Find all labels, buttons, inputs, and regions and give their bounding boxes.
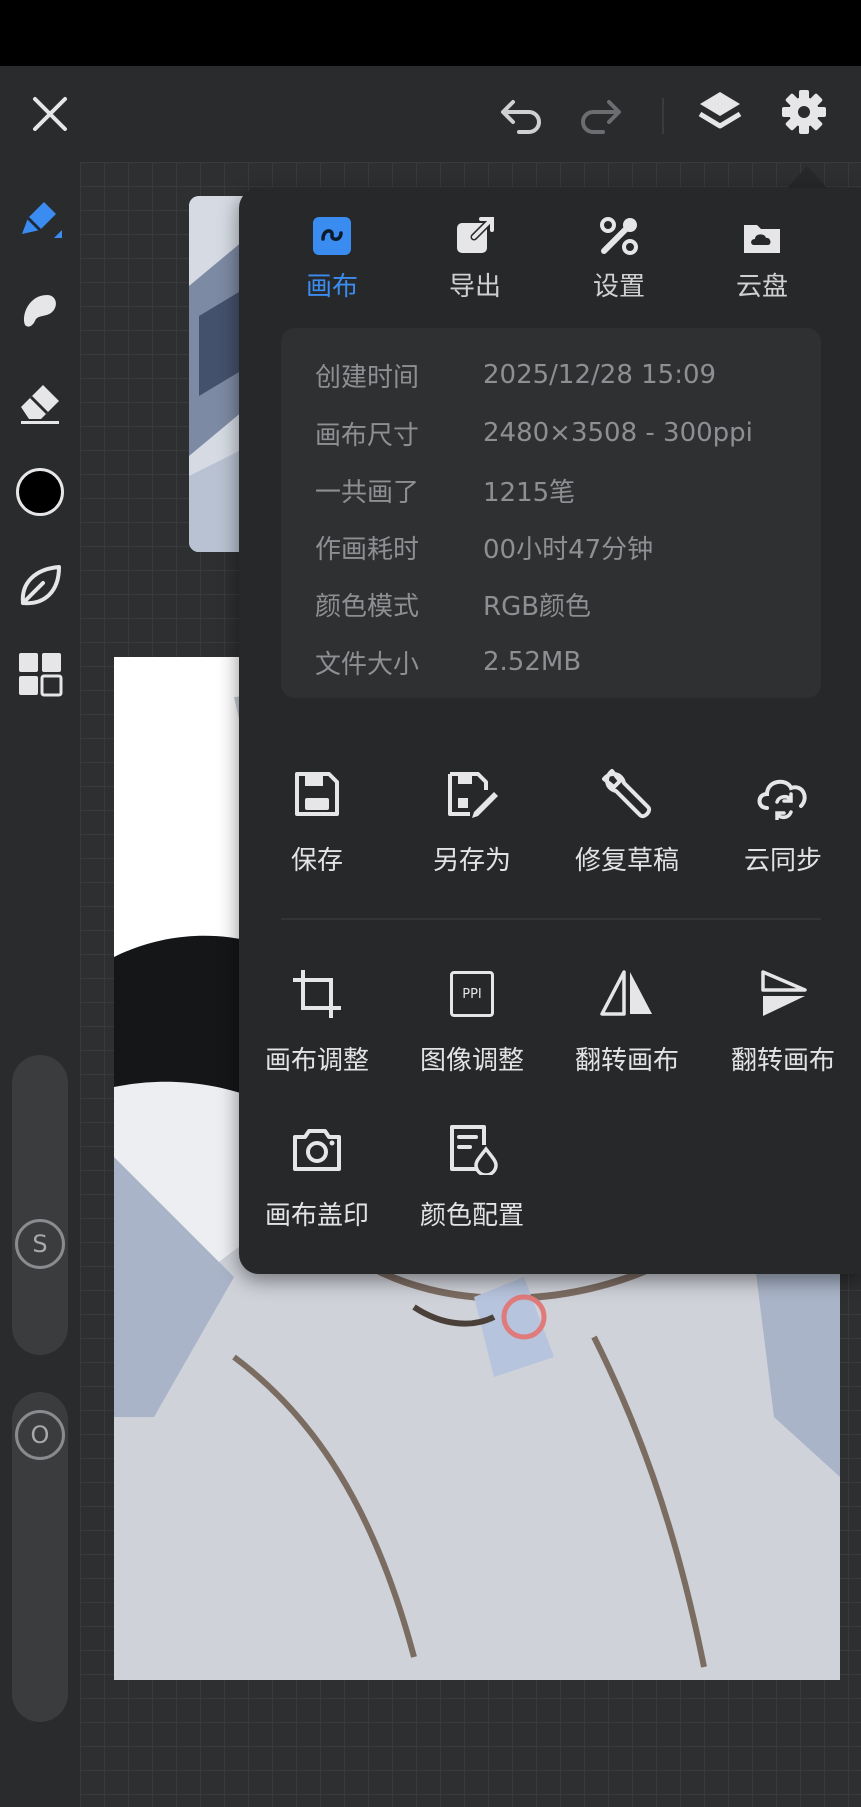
crop-icon [239, 958, 395, 1030]
save-button[interactable]: 保存 [239, 758, 395, 877]
info-value: 1215笔 [483, 477, 576, 508]
action-label: 颜色配置 [419, 1201, 524, 1231]
export-icon [415, 212, 535, 260]
info-value: 2480×3508 - 300ppi [483, 418, 753, 448]
info-key: 文件大小 [315, 649, 420, 680]
color-swatch[interactable] [10, 462, 70, 522]
flip-horizontal-icon [549, 958, 705, 1030]
camera-icon [239, 1113, 395, 1185]
opacity-handle[interactable]: O [15, 1410, 65, 1460]
gear-icon[interactable] [776, 84, 832, 140]
tab-label: 设置 [592, 272, 645, 302]
info-value: 00小时47分钟 [483, 534, 654, 565]
info-key: 一共画了 [315, 477, 420, 508]
info-row: 作画耗时 00小时47分钟 [315, 518, 653, 576]
save-as-icon [394, 758, 550, 830]
cloud-sync-icon [705, 758, 861, 830]
action-label: 另存为 [432, 846, 511, 876]
info-row: 颜色模式 RGB颜色 [315, 575, 591, 633]
action-label: 画布调整 [264, 1046, 369, 1076]
action-label: 画布盖印 [264, 1201, 369, 1231]
grid-icon[interactable] [10, 644, 70, 704]
flip-vertical-icon [705, 958, 861, 1030]
status-bar [0, 0, 861, 66]
canvas-adjust-button[interactable]: 画布调整 [239, 958, 395, 1077]
info-value: RGB颜色 [483, 591, 592, 622]
tab-cloud-drive[interactable]: 云盘 [702, 212, 822, 303]
repair-draft-button[interactable]: 修复草稿 [549, 758, 705, 877]
tab-export[interactable]: 导出 [415, 212, 535, 303]
tool-sidebar: S O [0, 162, 80, 1807]
cloud-sync-button[interactable]: 云同步 [705, 758, 861, 877]
close-icon[interactable] [22, 86, 78, 142]
canvas-info-panel: 创建时间 2025/12/28 15:09 画布尺寸 2480×3508 - 3… [281, 328, 821, 698]
size-handle[interactable]: S [15, 1219, 65, 1269]
toolbar-divider [662, 98, 664, 134]
info-row: 画布尺寸 2480×3508 - 300ppi [315, 404, 753, 462]
action-label: 翻转画布 [730, 1046, 835, 1076]
color-profile-button[interactable]: 颜色配置 [394, 1113, 550, 1232]
tab-label: 云盘 [735, 272, 788, 302]
top-toolbar [0, 66, 861, 162]
save-icon [239, 758, 395, 830]
ppi-badge: PPI [462, 986, 482, 1002]
info-key: 作画耗时 [315, 534, 420, 565]
action-label: 云同步 [743, 846, 822, 876]
redo-icon[interactable] [572, 86, 628, 142]
info-key: 创建时间 [315, 362, 420, 393]
info-value: 2.52MB [483, 647, 582, 677]
image-adjust-button[interactable]: PPI 图像调整 [394, 958, 550, 1077]
tab-settings[interactable]: 设置 [559, 212, 679, 303]
tab-label: 画布 [305, 272, 358, 302]
canvas-icon [272, 212, 392, 260]
flip-canvas-horizontal-button[interactable]: 翻转画布 [549, 958, 705, 1077]
info-value: 2025/12/28 15:09 [483, 360, 717, 390]
flip-canvas-vertical-button[interactable]: 翻转画布 [705, 958, 861, 1077]
brush-icon[interactable] [10, 190, 70, 250]
info-key: 颜色模式 [315, 591, 420, 622]
layers-icon[interactable] [692, 84, 748, 140]
smudge-icon[interactable] [10, 280, 70, 340]
eraser-icon[interactable] [10, 372, 70, 432]
action-label: 图像调整 [419, 1046, 524, 1076]
tools-icon [559, 212, 679, 260]
tab-label: 导出 [448, 272, 501, 302]
popup-arrow [787, 166, 827, 188]
leaf-icon[interactable] [10, 556, 70, 616]
tab-canvas[interactable]: 画布 [272, 212, 392, 303]
ppi-icon: PPI [394, 958, 550, 1030]
canvas-stamp-button[interactable]: 画布盖印 [239, 1113, 395, 1232]
color-profile-icon [394, 1113, 550, 1185]
brush-size-slider[interactable] [12, 1055, 68, 1355]
info-row: 文件大小 2.52MB [315, 633, 581, 691]
action-label: 修复草稿 [574, 846, 679, 876]
action-label: 翻转画布 [574, 1046, 679, 1076]
cloud-drive-icon [702, 212, 822, 260]
action-label: 保存 [290, 846, 343, 876]
section-divider [281, 918, 821, 920]
canvas-menu-popup: 画布 导出 设置 云盘 创建时间 2025/12/28 15:09 画布尺寸 2… [239, 188, 861, 1274]
undo-icon[interactable] [494, 86, 550, 142]
save-as-button[interactable]: 另存为 [394, 758, 550, 877]
info-row: 一共画了 1215笔 [315, 461, 575, 519]
info-row: 创建时间 2025/12/28 15:09 [315, 346, 716, 404]
wrench-icon [549, 758, 705, 830]
info-key: 画布尺寸 [315, 420, 420, 451]
